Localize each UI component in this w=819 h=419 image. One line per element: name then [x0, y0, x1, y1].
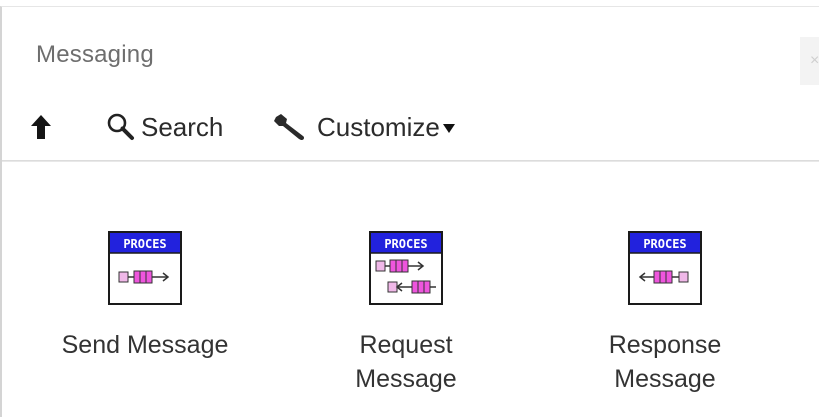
- up-arrow-icon: [31, 115, 51, 139]
- palette-title-bar: Messaging ×: [2, 7, 819, 92]
- close-button[interactable]: ×: [800, 37, 819, 85]
- icon-header-text: PROCES: [123, 237, 166, 251]
- customize-menu-button[interactable]: Customize: [273, 94, 455, 160]
- item-label-line: Message: [614, 365, 716, 393]
- request-message-vi-icon: PROCES: [369, 231, 443, 305]
- palette-toolbar: Search Customize: [2, 94, 819, 161]
- item-label-line: Response: [608, 331, 722, 359]
- response-message-item[interactable]: PROCES Response Message: [565, 230, 765, 396]
- item-label-line: Message: [355, 365, 457, 393]
- close-icon: ×: [810, 52, 819, 69]
- search-button[interactable]: Search: [105, 94, 223, 160]
- palette-title: Messaging: [36, 41, 154, 68]
- search-label: Search: [141, 111, 224, 142]
- icon-header-text: PROCES: [643, 237, 686, 251]
- palette-content: PROCES Send Message PROCES Request Messa…: [2, 161, 819, 419]
- wrench-icon: [274, 114, 305, 141]
- send-message-vi-icon: PROCES: [108, 231, 182, 305]
- item-label-line: Send Message: [61, 331, 229, 359]
- magnifier-icon: [107, 113, 134, 140]
- icon-header-text: PROCES: [384, 237, 427, 251]
- up-button[interactable]: [30, 94, 70, 160]
- send-message-item[interactable]: PROCES Send Message: [45, 230, 245, 362]
- dropdown-caret-icon: [442, 123, 455, 133]
- messaging-palette: Messaging × Search Customize PROCES Send…: [0, 6, 819, 419]
- response-message-vi-icon: PROCES: [628, 231, 702, 305]
- item-label-line: Request: [359, 331, 453, 359]
- request-message-item[interactable]: PROCES Request Message: [306, 230, 506, 396]
- customize-label: Customize: [317, 111, 440, 142]
